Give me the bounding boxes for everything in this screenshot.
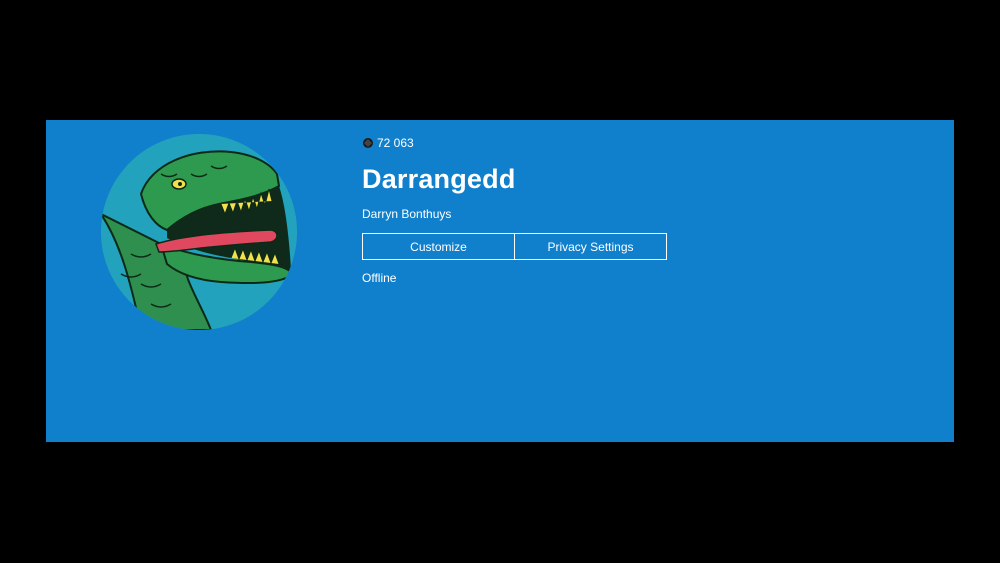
- real-name: Darryn Bonthuys: [362, 207, 452, 221]
- profile-actions: Customize Privacy Settings: [362, 233, 667, 260]
- gamerscore: 72 063: [362, 136, 414, 150]
- screen: 72 063 Darrangedd Darryn Bonthuys Custom…: [0, 0, 1000, 563]
- customize-button[interactable]: Customize: [362, 233, 515, 260]
- presence-status: Offline: [362, 271, 397, 285]
- t-rex-avatar-image: [101, 134, 297, 330]
- profile-card: 72 063 Darrangedd Darryn Bonthuys Custom…: [46, 120, 954, 442]
- avatar[interactable]: [101, 134, 297, 330]
- gamerscore-value: 72 063: [377, 136, 414, 150]
- gamertag: Darrangedd: [362, 164, 516, 194]
- privacy-settings-button[interactable]: Privacy Settings: [515, 233, 667, 260]
- gamerscore-icon: [362, 137, 374, 149]
